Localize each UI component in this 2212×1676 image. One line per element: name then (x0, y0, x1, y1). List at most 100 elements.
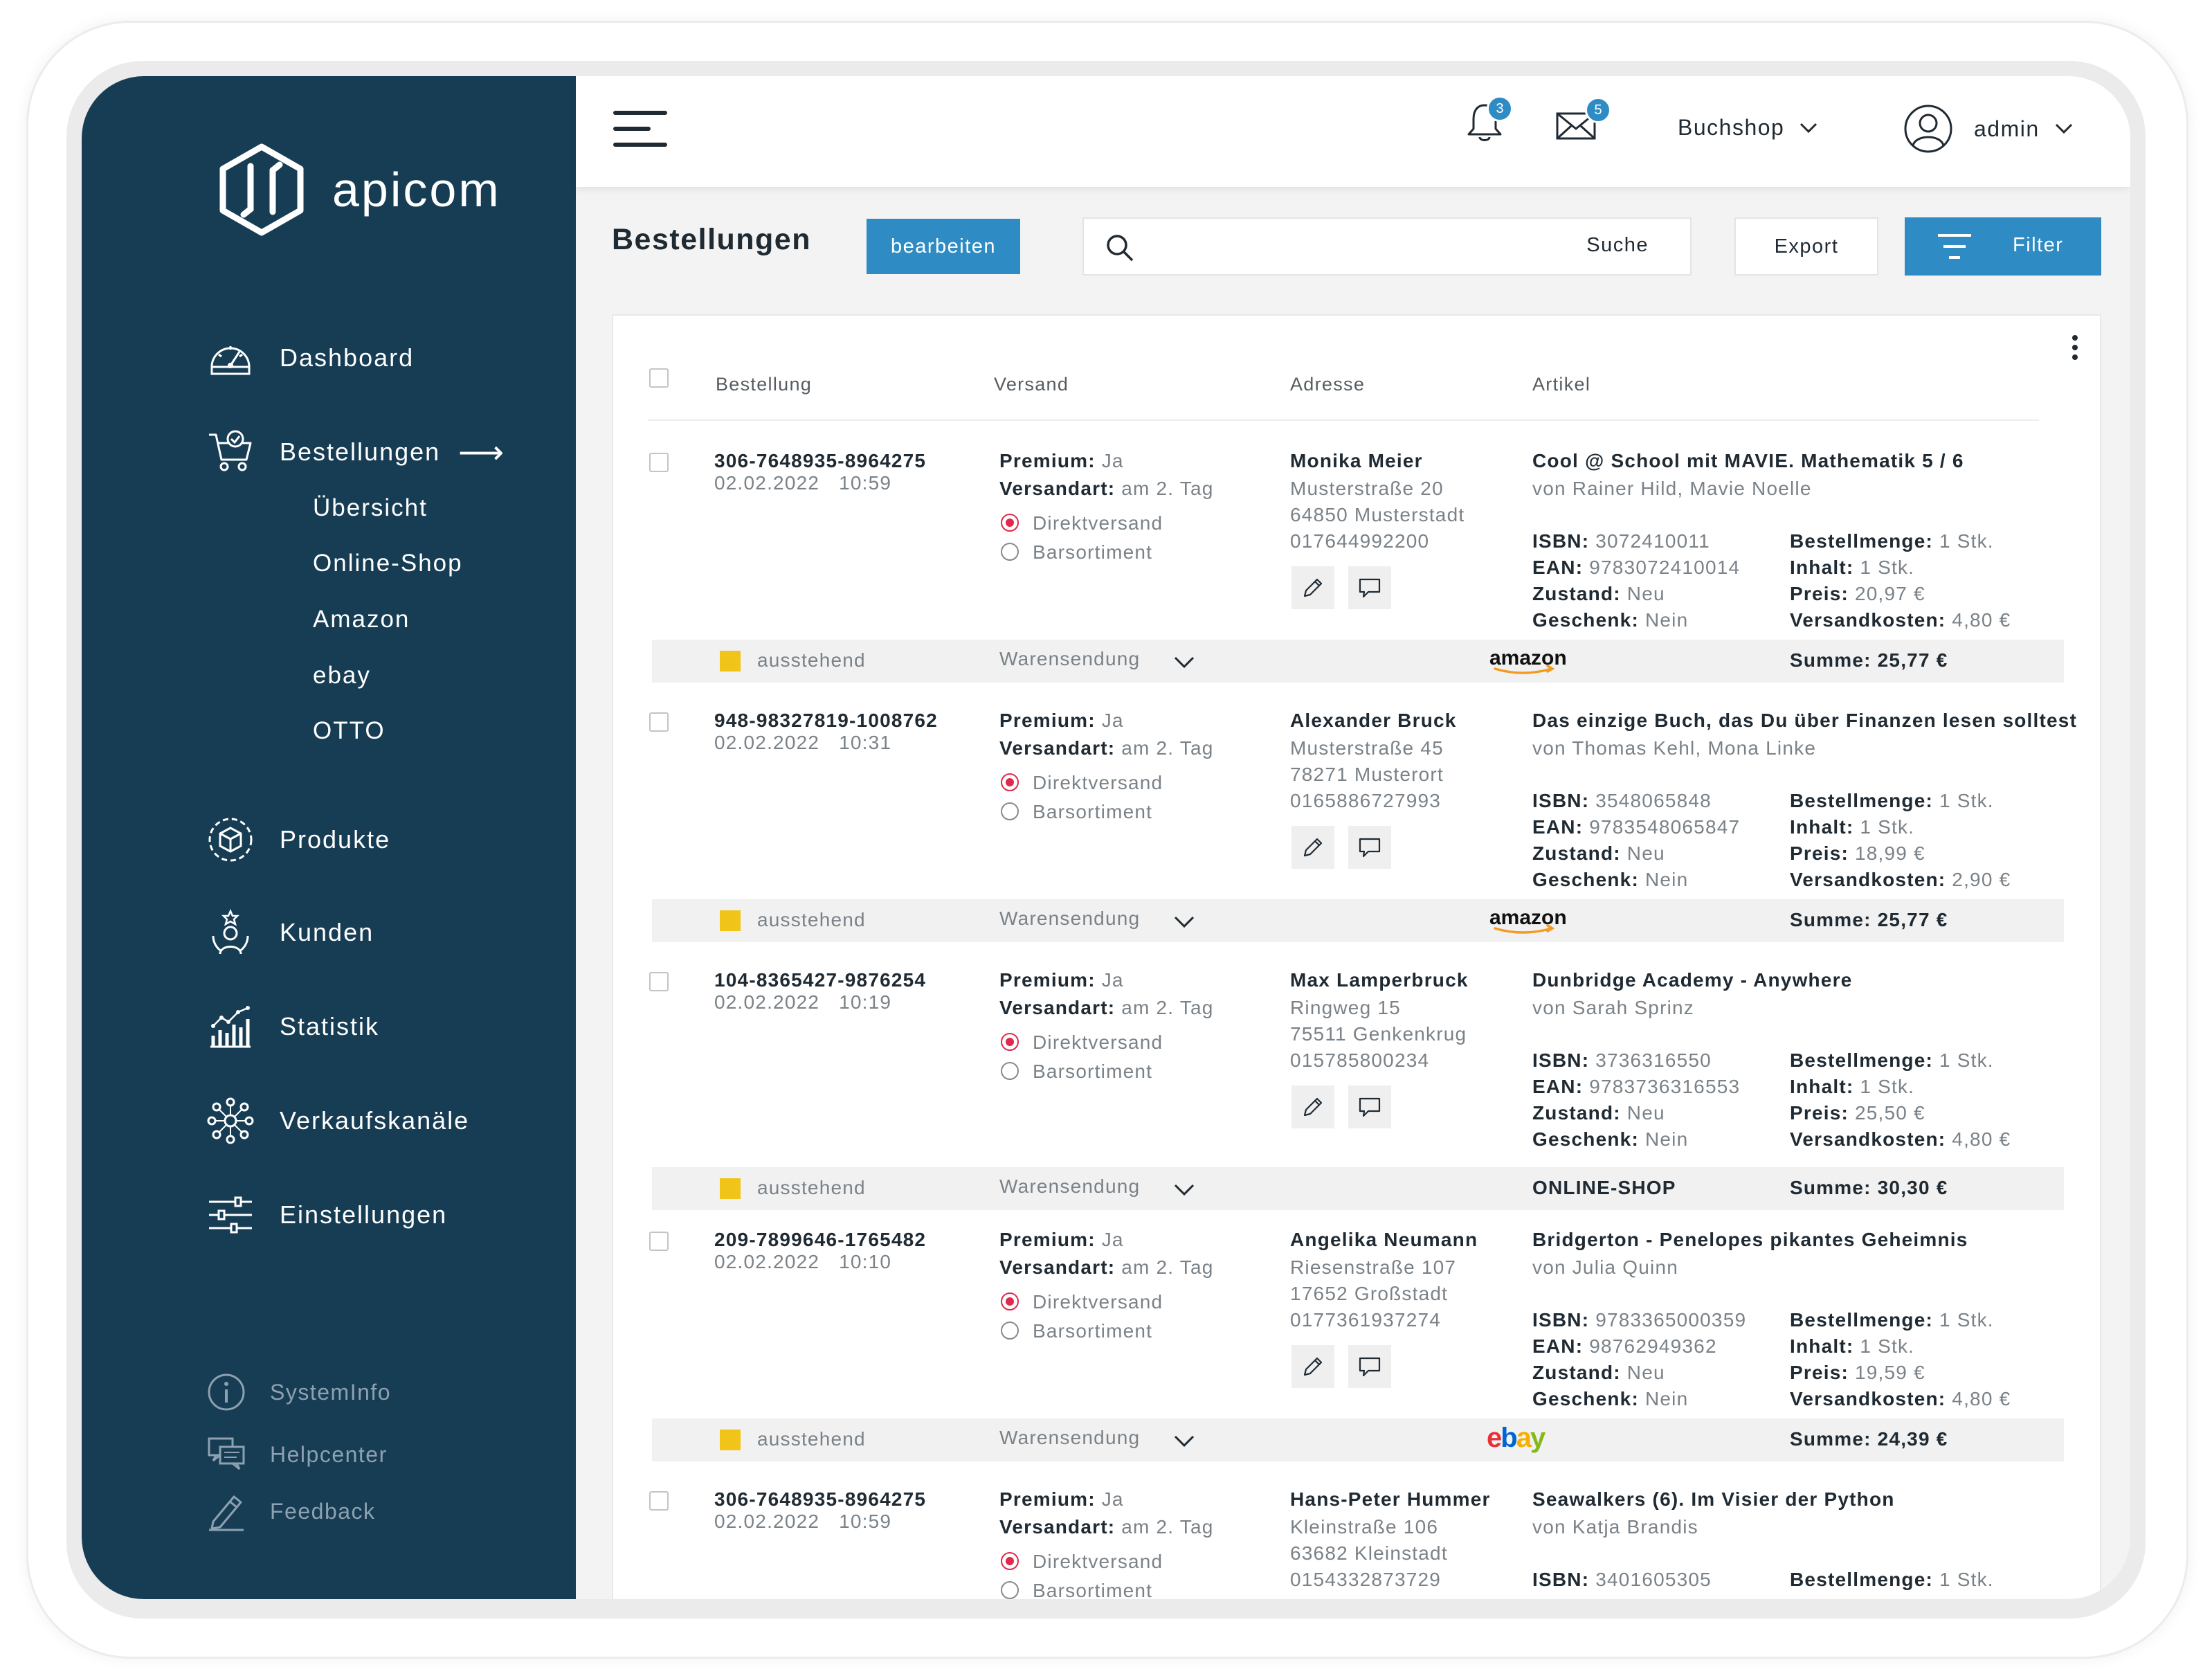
chart-icon (206, 1002, 255, 1051)
sidebar-footer-helpcenter[interactable]: Helpcenter (206, 1434, 388, 1475)
shipment-type[interactable]: Warensendung (999, 908, 1140, 930)
sidebar-item-products[interactable]: Produkte (206, 816, 390, 864)
premium-info-value: Ja (1095, 710, 1124, 731)
shipping-type-info: Versandart: am 2. Tag (999, 997, 1214, 1019)
quantity-info-label: Bestellmenge: (1790, 1569, 1933, 1590)
order-id[interactable]: 209-7899646-1765482 (714, 1229, 926, 1251)
ean-info-label: EAN: (1532, 1076, 1584, 1097)
customer-name: Max Lamperbruck (1290, 969, 1469, 991)
article-title[interactable]: Bridgerton - Penelopes pikantes Geheimni… (1532, 1229, 1968, 1251)
status-indicator (720, 651, 741, 672)
shipment-type[interactable]: Warensendung (999, 1427, 1140, 1449)
article-title[interactable]: Seawalkers (6). Im Visier der Python (1532, 1488, 1895, 1511)
filter-button[interactable]: Filter (1905, 217, 2101, 276)
order-id[interactable]: 306-7648935-8964275 (714, 1488, 926, 1511)
chevron-down-icon[interactable] (1174, 1435, 1195, 1448)
direct-shipping-radio[interactable] (1001, 1033, 1019, 1051)
chevron-down-icon[interactable] (1174, 1184, 1195, 1196)
sidebar-item-statistics[interactable]: Statistik (206, 1002, 379, 1051)
order-id[interactable]: 306-7648935-8964275 (714, 450, 926, 472)
menu-icon[interactable] (613, 111, 667, 147)
sidebar-item-label: Einstellungen (280, 1200, 448, 1229)
order-checkbox[interactable] (649, 1491, 669, 1511)
content-info: Inhalt: 1 Stk. (1790, 557, 1914, 579)
edit-button[interactable]: bearbeiten (867, 219, 1020, 274)
sidebar-item-sales-channels[interactable]: Verkaufskanäle (206, 1097, 469, 1145)
direct-shipping-radio[interactable] (1001, 1292, 1019, 1310)
gift-info: Geschenk: Nein (1532, 1388, 1688, 1410)
order-time: 10:19 (839, 991, 892, 1013)
order-checkbox[interactable] (649, 1232, 669, 1251)
notifications-button[interactable]: 3 (1463, 96, 1513, 147)
sidebar-item-label: Kunden (280, 918, 374, 946)
direct-shipping-radio[interactable] (1001, 773, 1019, 791)
price-info-label: Preis: (1790, 1102, 1849, 1124)
shipment-type[interactable]: Warensendung (999, 648, 1140, 670)
subnav-amazon[interactable]: Amazon (313, 606, 410, 633)
shop-selector[interactable]: Buchshop (1678, 115, 1817, 141)
export-button[interactable]: Export (1734, 217, 1878, 276)
article-title[interactable]: Das einzige Buch, das Du über Finanzen l… (1532, 710, 2077, 732)
user-menu[interactable]: admin (1903, 104, 2073, 154)
premium-info-label: Premium: (999, 450, 1096, 471)
content-info-label: Inhalt: (1790, 557, 1854, 578)
order-sum: Summe: 24,39 € (1790, 1428, 1948, 1450)
quantity-info: Bestellmenge: 1 Stk. (1790, 790, 1994, 812)
wholesale-radio[interactable] (1001, 543, 1019, 561)
order-id[interactable]: 948-98327819-1008762 (714, 710, 938, 732)
wholesale-radio[interactable] (1001, 1581, 1019, 1599)
order-checkbox[interactable] (649, 712, 669, 732)
shipment-type[interactable]: Warensendung (999, 1175, 1140, 1198)
direct-shipping-label: Direktversand (1033, 772, 1163, 793)
column-header-article[interactable]: Artikel (1532, 374, 1590, 395)
order-id[interactable]: 104-8365427-9876254 (714, 969, 926, 991)
chevron-down-icon[interactable] (1174, 916, 1195, 928)
notification-count-badge: 3 (1487, 96, 1513, 122)
subnav-ebay[interactable]: ebay (313, 662, 371, 690)
messages-button[interactable]: 5 (1554, 97, 1611, 150)
comment-button[interactable] (1348, 1345, 1391, 1388)
chevron-down-icon[interactable] (1174, 656, 1195, 669)
article-title[interactable]: Dunbridge Academy - Anywhere (1532, 969, 1853, 991)
select-all-checkbox[interactable] (649, 368, 669, 388)
ebay-letter: b (1501, 1423, 1517, 1453)
sidebar-item-orders[interactable]: Bestellungen ⟶ (206, 428, 504, 476)
search-button[interactable]: Suche (1586, 234, 1649, 257)
direct-shipping-radio[interactable] (1001, 1552, 1019, 1570)
wholesale-radio[interactable] (1001, 1062, 1019, 1080)
subnav-online-shop[interactable]: Online-Shop (313, 550, 463, 577)
brand-logo[interactable]: apicom (213, 143, 501, 237)
isbn-info: ISBN: 3736316550 (1532, 1049, 1712, 1072)
comment-button[interactable] (1348, 1085, 1391, 1128)
article-title[interactable]: Cool @ School mit MAVIE. Mathematik 5 / … (1532, 450, 1964, 472)
column-header-address[interactable]: Adresse (1290, 374, 1365, 395)
subnav-overview[interactable]: Übersicht (313, 494, 428, 522)
edit-address-button[interactable] (1291, 566, 1334, 609)
comment-button[interactable] (1348, 826, 1391, 869)
header-divider (648, 420, 2039, 421)
direct-shipping-radio[interactable] (1001, 514, 1019, 532)
content-info: Inhalt: 1 Stk. (1790, 816, 1914, 838)
sidebar-footer-systeminfo[interactable]: SystemInfo (206, 1372, 391, 1412)
wholesale-radio[interactable] (1001, 1322, 1019, 1340)
order-checkbox[interactable] (649, 453, 669, 472)
sidebar-item-dashboard[interactable]: Dashboard (206, 334, 414, 382)
comment-button[interactable] (1348, 566, 1391, 609)
wholesale-radio[interactable] (1001, 802, 1019, 820)
order-row: 948-98327819-1008762 02.02.2022 10:31 Premi… (613, 707, 2103, 966)
edit-address-button[interactable] (1291, 1085, 1334, 1128)
sidebar-item-customers[interactable]: Kunden (206, 908, 374, 957)
subnav-otto[interactable]: OTTO (313, 717, 386, 745)
order-checkbox[interactable] (649, 972, 669, 991)
column-header-order[interactable]: Bestellung (716, 374, 812, 395)
shipping-type-info-label: Versandart: (999, 997, 1116, 1018)
edit-address-button[interactable] (1291, 1345, 1334, 1388)
sidebar-footer-feedback[interactable]: Feedback (206, 1491, 376, 1531)
more-options-icon[interactable] (2071, 335, 2079, 364)
column-header-shipping[interactable]: Versand (994, 374, 1069, 395)
search-input[interactable]: Suche (1082, 217, 1692, 276)
price-info-label: Preis: (1790, 1362, 1849, 1383)
edit-address-button[interactable] (1291, 826, 1334, 869)
article-authors: von Julia Quinn (1532, 1256, 1679, 1278)
sidebar-item-settings[interactable]: Einstellungen (206, 1191, 447, 1239)
